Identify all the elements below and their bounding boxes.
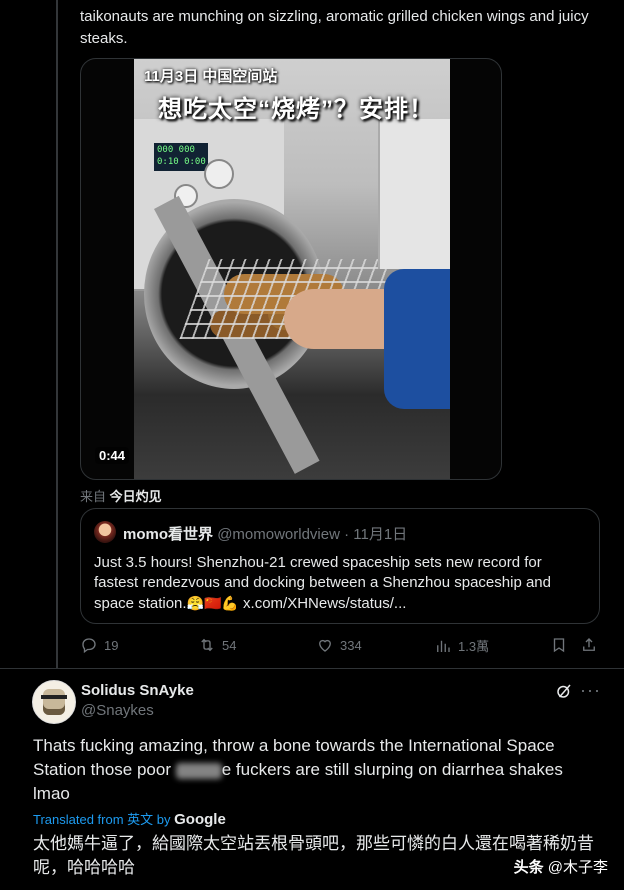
reply-avatar[interactable] [32,680,76,724]
quoted-emojis: 😤🇨🇳💪 [186,595,239,611]
heart-icon [319,639,331,652]
repost-count: 54 [222,637,237,653]
google-logo: Google [174,811,226,828]
quoted-sep: · [344,526,350,543]
video-media[interactable]: 000 000 0:10 0:00 11月3日 中国空间站 想吃太空“烧烤”？安… [80,58,502,480]
quoted-header: momo看世界 @momoworldview · 11月1日 [123,523,407,544]
tweet-actions: 19 54 334 1.3萬 [80,636,600,660]
reply-text: Thats fucking amazing, throw a bone towa… [33,734,593,806]
share-action[interactable] [580,636,598,654]
grok-icon[interactable] [555,682,573,700]
blue-sleeve [384,269,450,409]
video-caption-date: 11月3日 中国空间站 [144,68,278,85]
avatar-face [43,689,65,715]
reply-action[interactable]: 19 [80,636,118,654]
reply-name[interactable]: Solidus SnAyke [81,682,194,699]
quoted-link[interactable]: x.com/XHNews/status/... [243,595,406,612]
reply-handle[interactable]: @Snaykes [81,702,154,719]
views-action[interactable]: 1.3萬 [434,636,489,655]
translated-label: Translated from 英文 by [33,812,171,827]
avatar-bandana [41,695,67,699]
quoted-tweet[interactable]: momo看世界 @momoworldview · 11月1日 Just 3.5 … [80,508,600,624]
tweet-text: taikonauts are munching on sizzling, aro… [80,8,589,47]
source-name[interactable]: 今日灼见 [110,489,162,504]
bookmark-icon [553,638,565,653]
quoted-name[interactable]: momo看世界 [123,526,213,543]
oven-knob [204,159,234,189]
thread-line [56,0,58,668]
reply-count: 19 [104,637,119,653]
quoted-avatar[interactable] [94,521,116,543]
cabinet-door [378,119,450,269]
video-frame[interactable]: 000 000 0:10 0:00 11月3日 中国空间站 想吃太空“烧烤”？安… [134,59,450,479]
source-prefix: 来自 [80,489,107,504]
like-action[interactable]: 334 [316,636,362,654]
quoted-date[interactable]: 11月1日 [353,526,407,543]
quoted-handle[interactable]: @momoworldview [217,526,340,543]
share-icon [583,638,595,651]
watermark-brand: 头条 [513,859,544,876]
reply-divider [0,668,624,669]
repost-action[interactable]: 54 [198,636,236,654]
repost-icon [201,638,213,652]
watermark: 头条 @木子李 [514,856,608,877]
video-caption-title: 想吃太空“烧烤”？安排！ [158,96,434,123]
quoted-text: Just 3.5 hours! Shenzhou-21 crewed space… [94,553,584,614]
bookmark-action[interactable] [550,636,568,654]
media-source: 来自 今日灼见 [80,486,162,505]
more-icon[interactable]: ··· [580,680,601,701]
translation-note[interactable]: Translated from 英文 by Google [33,809,226,828]
video-duration: 0:44 [95,447,130,464]
redacted-word [175,762,222,779]
reply-icon [82,638,96,654]
watermark-user: @木子李 [547,859,608,876]
oven-display: 000 000 0:10 0:00 [154,143,208,171]
views-icon [437,640,450,652]
views-count: 1.3萬 [458,639,490,654]
like-count: 334 [340,637,362,653]
